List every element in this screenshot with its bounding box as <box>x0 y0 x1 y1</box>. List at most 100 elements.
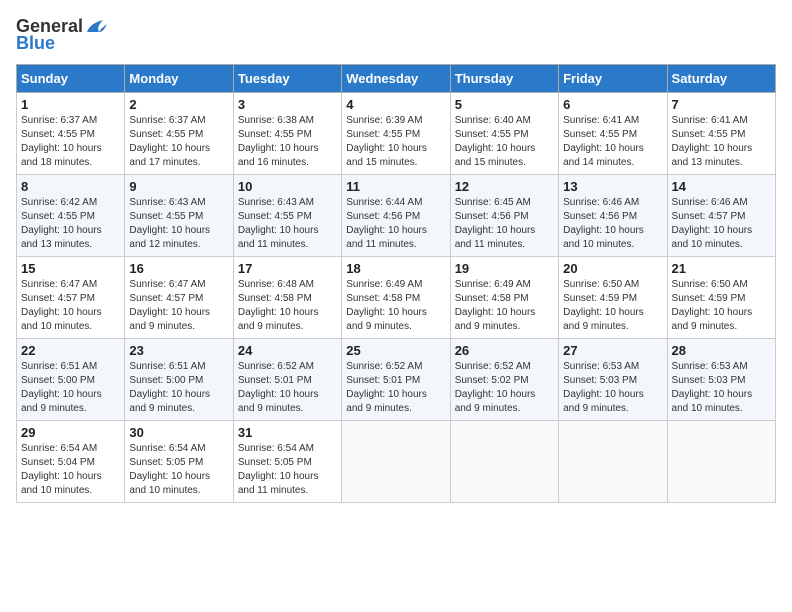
day-detail: Sunrise: 6:43 AMSunset: 4:55 PMDaylight:… <box>238 197 319 250</box>
day-detail: Sunrise: 6:37 AMSunset: 4:55 PMDaylight:… <box>129 115 210 168</box>
col-header-sunday: Sunday <box>17 65 125 93</box>
day-detail: Sunrise: 6:40 AMSunset: 4:55 PMDaylight:… <box>455 115 536 168</box>
calendar-cell: 30 Sunrise: 6:54 AMSunset: 5:05 PMDaylig… <box>125 421 233 503</box>
day-number: 4 <box>346 97 445 112</box>
day-number: 20 <box>563 261 662 276</box>
day-number: 15 <box>21 261 120 276</box>
calendar-cell: 25 Sunrise: 6:52 AMSunset: 5:01 PMDaylig… <box>342 339 450 421</box>
calendar-cell: 13 Sunrise: 6:46 AMSunset: 4:56 PMDaylig… <box>559 175 667 257</box>
logo-bird-icon <box>85 18 107 36</box>
calendar-cell: 23 Sunrise: 6:51 AMSunset: 5:00 PMDaylig… <box>125 339 233 421</box>
day-detail: Sunrise: 6:37 AMSunset: 4:55 PMDaylight:… <box>21 115 102 168</box>
calendar-cell: 29 Sunrise: 6:54 AMSunset: 5:04 PMDaylig… <box>17 421 125 503</box>
calendar-cell: 12 Sunrise: 6:45 AMSunset: 4:56 PMDaylig… <box>450 175 558 257</box>
day-number: 23 <box>129 343 228 358</box>
calendar-cell <box>342 421 450 503</box>
calendar-cell: 3 Sunrise: 6:38 AMSunset: 4:55 PMDayligh… <box>233 93 341 175</box>
calendar-cell: 11 Sunrise: 6:44 AMSunset: 4:56 PMDaylig… <box>342 175 450 257</box>
calendar-cell: 18 Sunrise: 6:49 AMSunset: 4:58 PMDaylig… <box>342 257 450 339</box>
day-detail: Sunrise: 6:51 AMSunset: 5:00 PMDaylight:… <box>21 361 102 414</box>
day-number: 1 <box>21 97 120 112</box>
calendar-cell: 31 Sunrise: 6:54 AMSunset: 5:05 PMDaylig… <box>233 421 341 503</box>
day-number: 31 <box>238 425 337 440</box>
day-number: 12 <box>455 179 554 194</box>
day-detail: Sunrise: 6:54 AMSunset: 5:05 PMDaylight:… <box>129 443 210 496</box>
logo-blue: Blue <box>16 33 55 54</box>
calendar-cell: 7 Sunrise: 6:41 AMSunset: 4:55 PMDayligh… <box>667 93 775 175</box>
calendar-cell: 1 Sunrise: 6:37 AMSunset: 4:55 PMDayligh… <box>17 93 125 175</box>
calendar-cell: 2 Sunrise: 6:37 AMSunset: 4:55 PMDayligh… <box>125 93 233 175</box>
day-detail: Sunrise: 6:42 AMSunset: 4:55 PMDaylight:… <box>21 197 102 250</box>
day-detail: Sunrise: 6:48 AMSunset: 4:58 PMDaylight:… <box>238 279 319 332</box>
calendar-cell: 26 Sunrise: 6:52 AMSunset: 5:02 PMDaylig… <box>450 339 558 421</box>
calendar-table: SundayMondayTuesdayWednesdayThursdayFrid… <box>16 64 776 503</box>
calendar-cell: 4 Sunrise: 6:39 AMSunset: 4:55 PMDayligh… <box>342 93 450 175</box>
col-header-tuesday: Tuesday <box>233 65 341 93</box>
day-number: 17 <box>238 261 337 276</box>
day-number: 24 <box>238 343 337 358</box>
day-number: 8 <box>21 179 120 194</box>
calendar-header-row: SundayMondayTuesdayWednesdayThursdayFrid… <box>17 65 776 93</box>
day-number: 26 <box>455 343 554 358</box>
day-detail: Sunrise: 6:47 AMSunset: 4:57 PMDaylight:… <box>129 279 210 332</box>
calendar-cell: 21 Sunrise: 6:50 AMSunset: 4:59 PMDaylig… <box>667 257 775 339</box>
col-header-thursday: Thursday <box>450 65 558 93</box>
day-detail: Sunrise: 6:50 AMSunset: 4:59 PMDaylight:… <box>563 279 644 332</box>
day-detail: Sunrise: 6:54 AMSunset: 5:05 PMDaylight:… <box>238 443 319 496</box>
page-header: General Blue <box>16 16 776 54</box>
day-detail: Sunrise: 6:46 AMSunset: 4:56 PMDaylight:… <box>563 197 644 250</box>
day-number: 19 <box>455 261 554 276</box>
calendar-cell <box>450 421 558 503</box>
calendar-cell: 28 Sunrise: 6:53 AMSunset: 5:03 PMDaylig… <box>667 339 775 421</box>
col-header-saturday: Saturday <box>667 65 775 93</box>
day-detail: Sunrise: 6:47 AMSunset: 4:57 PMDaylight:… <box>21 279 102 332</box>
day-number: 22 <box>21 343 120 358</box>
calendar-cell: 5 Sunrise: 6:40 AMSunset: 4:55 PMDayligh… <box>450 93 558 175</box>
day-detail: Sunrise: 6:53 AMSunset: 5:03 PMDaylight:… <box>672 361 753 414</box>
day-detail: Sunrise: 6:52 AMSunset: 5:01 PMDaylight:… <box>238 361 319 414</box>
day-detail: Sunrise: 6:41 AMSunset: 4:55 PMDaylight:… <box>672 115 753 168</box>
day-number: 13 <box>563 179 662 194</box>
col-header-wednesday: Wednesday <box>342 65 450 93</box>
day-detail: Sunrise: 6:45 AMSunset: 4:56 PMDaylight:… <box>455 197 536 250</box>
day-number: 30 <box>129 425 228 440</box>
day-detail: Sunrise: 6:39 AMSunset: 4:55 PMDaylight:… <box>346 115 427 168</box>
day-detail: Sunrise: 6:46 AMSunset: 4:57 PMDaylight:… <box>672 197 753 250</box>
calendar-cell <box>559 421 667 503</box>
day-detail: Sunrise: 6:41 AMSunset: 4:55 PMDaylight:… <box>563 115 644 168</box>
day-detail: Sunrise: 6:52 AMSunset: 5:01 PMDaylight:… <box>346 361 427 414</box>
col-header-friday: Friday <box>559 65 667 93</box>
day-number: 5 <box>455 97 554 112</box>
calendar-cell <box>667 421 775 503</box>
day-detail: Sunrise: 6:54 AMSunset: 5:04 PMDaylight:… <box>21 443 102 496</box>
day-number: 28 <box>672 343 771 358</box>
day-detail: Sunrise: 6:51 AMSunset: 5:00 PMDaylight:… <box>129 361 210 414</box>
calendar-cell: 8 Sunrise: 6:42 AMSunset: 4:55 PMDayligh… <box>17 175 125 257</box>
day-number: 25 <box>346 343 445 358</box>
calendar-cell: 17 Sunrise: 6:48 AMSunset: 4:58 PMDaylig… <box>233 257 341 339</box>
day-detail: Sunrise: 6:44 AMSunset: 4:56 PMDaylight:… <box>346 197 427 250</box>
day-detail: Sunrise: 6:50 AMSunset: 4:59 PMDaylight:… <box>672 279 753 332</box>
calendar-cell: 24 Sunrise: 6:52 AMSunset: 5:01 PMDaylig… <box>233 339 341 421</box>
day-number: 10 <box>238 179 337 194</box>
day-number: 11 <box>346 179 445 194</box>
calendar-cell: 6 Sunrise: 6:41 AMSunset: 4:55 PMDayligh… <box>559 93 667 175</box>
day-number: 18 <box>346 261 445 276</box>
day-detail: Sunrise: 6:53 AMSunset: 5:03 PMDaylight:… <box>563 361 644 414</box>
calendar-week-row: 8 Sunrise: 6:42 AMSunset: 4:55 PMDayligh… <box>17 175 776 257</box>
day-number: 21 <box>672 261 771 276</box>
calendar-cell: 14 Sunrise: 6:46 AMSunset: 4:57 PMDaylig… <box>667 175 775 257</box>
calendar-week-row: 29 Sunrise: 6:54 AMSunset: 5:04 PMDaylig… <box>17 421 776 503</box>
calendar-week-row: 1 Sunrise: 6:37 AMSunset: 4:55 PMDayligh… <box>17 93 776 175</box>
calendar-cell: 22 Sunrise: 6:51 AMSunset: 5:00 PMDaylig… <box>17 339 125 421</box>
day-number: 16 <box>129 261 228 276</box>
calendar-cell: 15 Sunrise: 6:47 AMSunset: 4:57 PMDaylig… <box>17 257 125 339</box>
day-detail: Sunrise: 6:52 AMSunset: 5:02 PMDaylight:… <box>455 361 536 414</box>
day-detail: Sunrise: 6:38 AMSunset: 4:55 PMDaylight:… <box>238 115 319 168</box>
day-detail: Sunrise: 6:49 AMSunset: 4:58 PMDaylight:… <box>346 279 427 332</box>
calendar-cell: 27 Sunrise: 6:53 AMSunset: 5:03 PMDaylig… <box>559 339 667 421</box>
calendar-cell: 9 Sunrise: 6:43 AMSunset: 4:55 PMDayligh… <box>125 175 233 257</box>
calendar-week-row: 22 Sunrise: 6:51 AMSunset: 5:00 PMDaylig… <box>17 339 776 421</box>
calendar-cell: 19 Sunrise: 6:49 AMSunset: 4:58 PMDaylig… <box>450 257 558 339</box>
calendar-cell: 16 Sunrise: 6:47 AMSunset: 4:57 PMDaylig… <box>125 257 233 339</box>
